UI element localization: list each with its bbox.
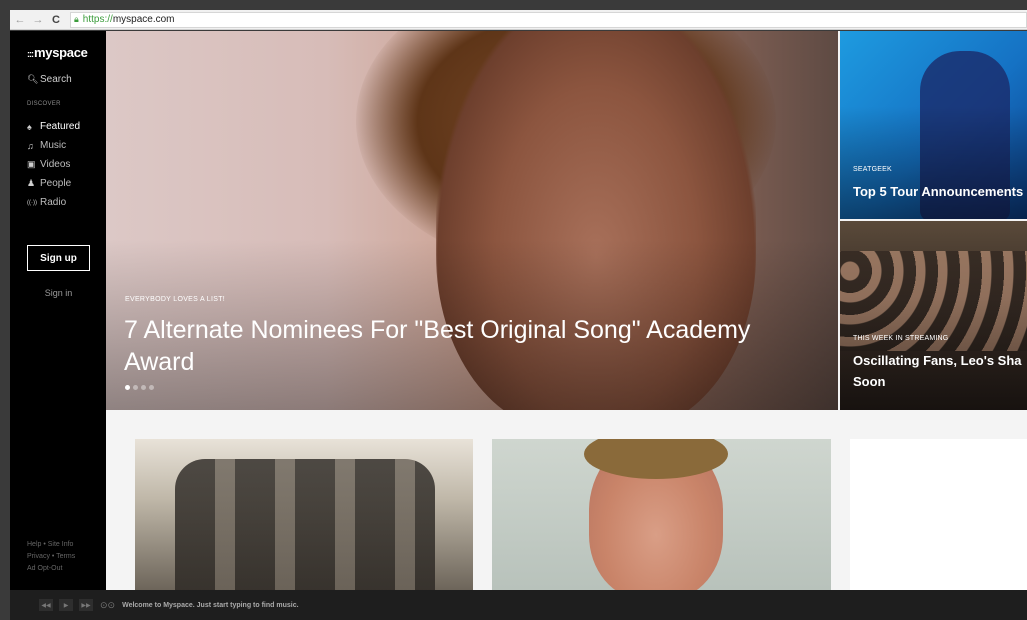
content-tile-blank[interactable] bbox=[850, 439, 1027, 590]
myspace-logo[interactable]: :::myspace bbox=[27, 45, 88, 60]
footer-line-help[interactable]: Help • Site Info bbox=[27, 539, 75, 551]
music-player-bar: ◀◀ ▶ ▶▶ ⊙⊙ Welcome to Myspace. Just star… bbox=[10, 590, 1027, 620]
tile-image bbox=[175, 459, 435, 590]
feature-card-streaming[interactable]: THIS WEEK IN STREAMING Oscillating Fans,… bbox=[840, 221, 1027, 410]
main-content: EVERYBODY LOVES A LIST! 7 Alternate Nomi… bbox=[106, 31, 1027, 590]
carousel-dots bbox=[125, 385, 154, 390]
sidebar-item-label: People bbox=[40, 178, 72, 189]
card-kicker: SEATGEEK bbox=[853, 166, 892, 173]
people-icon: ♟ bbox=[27, 178, 36, 188]
carousel-dot[interactable] bbox=[141, 385, 146, 390]
sign-up-button[interactable]: Sign up bbox=[27, 245, 90, 271]
carousel-dot[interactable] bbox=[133, 385, 138, 390]
address-bar[interactable]: 🔒︎ https:// myspace.com bbox=[70, 11, 1027, 28]
carousel-dot[interactable] bbox=[149, 385, 154, 390]
card-title-line: Oscillating Fans, Leo's Sha bbox=[853, 353, 1022, 368]
sidebar-item-label: Featured bbox=[40, 121, 81, 132]
hero-title[interactable]: 7 Alternate Nominees For "Best Original … bbox=[124, 314, 814, 378]
sign-in-link[interactable]: Sign in bbox=[27, 288, 90, 298]
content-tile-band[interactable] bbox=[135, 439, 473, 590]
play-icon[interactable]: ▶ bbox=[59, 599, 73, 611]
search-label: Search bbox=[40, 74, 72, 85]
sidebar: :::myspace 🔍︎ Search DISCOVER ♠ Featured… bbox=[10, 31, 106, 590]
discover-section-label: DISCOVER bbox=[27, 101, 61, 107]
logo-text: myspace bbox=[34, 45, 88, 60]
search-icon: 🔍︎ bbox=[27, 74, 39, 84]
sidebar-item-label: Music bbox=[40, 140, 67, 151]
card-kicker: THIS WEEK IN STREAMING bbox=[853, 335, 949, 342]
sidebar-item-people[interactable]: ♟ People bbox=[27, 174, 80, 193]
url-scheme: https:// bbox=[82, 14, 113, 25]
sidebar-menu: ♠ Featured ♫ Music ▣ Videos ♟ People ((·… bbox=[27, 117, 80, 212]
browser-toolbar: ← → C 🔒︎ https:// myspace.com bbox=[10, 10, 1027, 30]
video-icon: ▣ bbox=[27, 159, 36, 169]
hero-kicker: EVERYBODY LOVES A LIST! bbox=[125, 296, 226, 303]
sidebar-item-music[interactable]: ♫ Music bbox=[27, 136, 80, 155]
url-host: myspace.com bbox=[112, 14, 175, 25]
music-note-icon: ♫ bbox=[27, 140, 34, 151]
arrow-left-icon[interactable]: ← bbox=[12, 14, 28, 26]
content-tile-portrait[interactable] bbox=[492, 439, 831, 590]
fast-forward-icon[interactable]: ▶▶ bbox=[79, 599, 93, 611]
flame-icon: ♠ bbox=[27, 121, 32, 132]
player-message: Welcome to Myspace. Just start typing to… bbox=[122, 601, 299, 609]
sidebar-item-label: Radio bbox=[40, 197, 67, 208]
footer-links: Help • Site Info Privacy • Terms Ad Opt-… bbox=[27, 539, 75, 575]
lock-icon: 🔒︎ bbox=[74, 14, 79, 24]
arrow-right-icon[interactable]: → bbox=[30, 14, 46, 26]
sidebar-item-featured[interactable]: ♠ Featured bbox=[27, 117, 80, 136]
sidebar-item-videos[interactable]: ▣ Videos bbox=[27, 155, 80, 174]
reload-icon[interactable]: C bbox=[48, 14, 64, 26]
hero-slide[interactable]: EVERYBODY LOVES A LIST! 7 Alternate Nomi… bbox=[106, 31, 838, 410]
card-title[interactable]: Oscillating Fans, Leo's Sha Soon bbox=[853, 350, 1022, 392]
connect-icon[interactable]: ⊙⊙ bbox=[100, 600, 115, 611]
card-title[interactable]: Top 5 Tour Announcements bbox=[853, 181, 1023, 202]
carousel-dot[interactable] bbox=[125, 385, 130, 390]
feature-card-seatgeek[interactable]: SEATGEEK Top 5 Tour Announcements bbox=[840, 31, 1027, 219]
rewind-icon[interactable]: ◀◀ bbox=[39, 599, 53, 611]
card-title-line: Soon bbox=[853, 374, 886, 389]
sidebar-item-radio[interactable]: ((·)) Radio bbox=[27, 193, 80, 212]
logo-mark-icon: ::: bbox=[27, 49, 34, 59]
footer-line-adoptout[interactable]: Ad Opt-Out bbox=[27, 563, 75, 575]
footer-line-privacy[interactable]: Privacy • Terms bbox=[27, 551, 75, 563]
sidebar-item-label: Videos bbox=[40, 159, 71, 170]
sidebar-search[interactable]: 🔍︎ Search bbox=[27, 74, 72, 85]
radio-icon: ((·)) bbox=[27, 199, 37, 206]
